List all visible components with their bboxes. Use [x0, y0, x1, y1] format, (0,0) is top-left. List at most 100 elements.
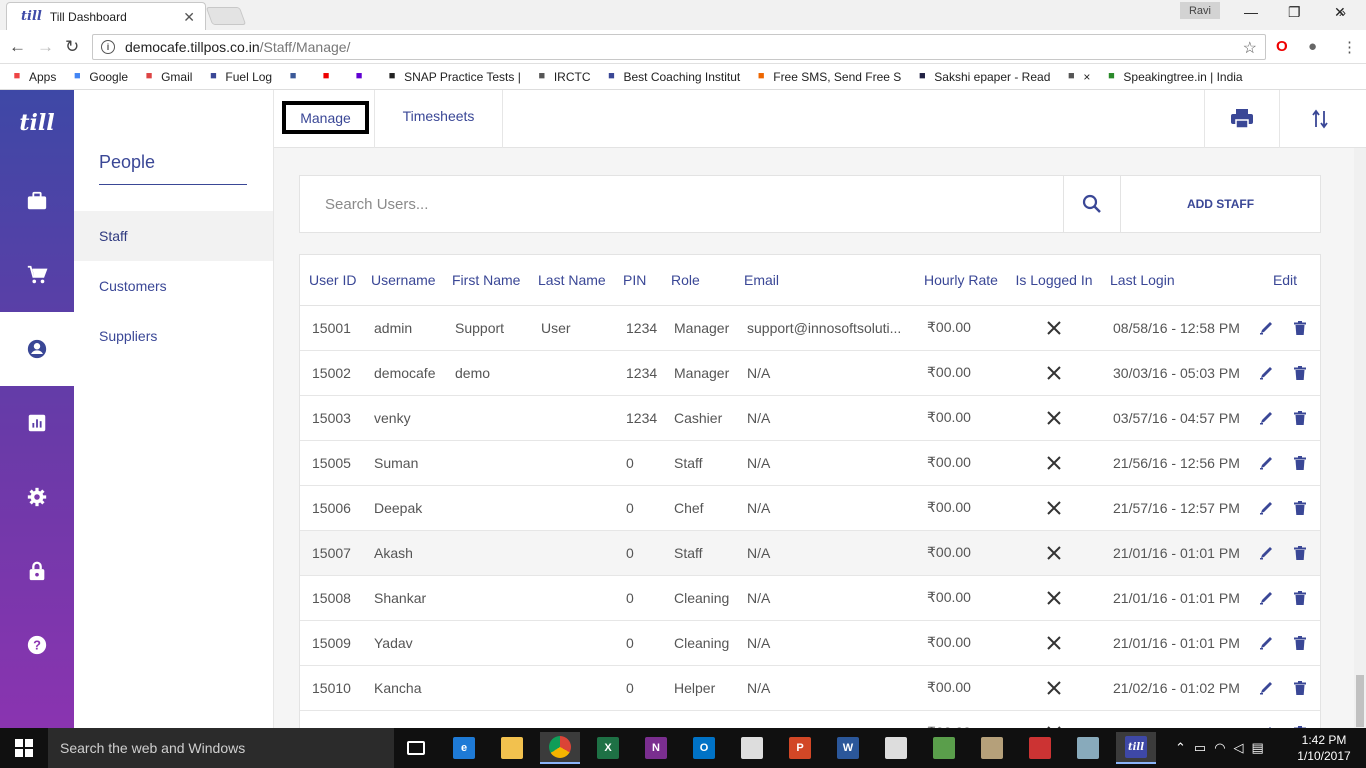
- rail-cart-button[interactable]: [0, 238, 74, 312]
- table-row[interactable]: 15008 Shankar 0 Cleaning N/A ₹00.00 21/01/16 -…: [300, 575, 1320, 621]
- edit-pencil-icon[interactable]: [1254, 361, 1278, 385]
- delete-trash-icon[interactable]: [1288, 316, 1312, 340]
- tab-timesheets[interactable]: Timesheets: [375, 90, 502, 148]
- edit-pencil-icon[interactable]: [1254, 676, 1278, 700]
- reload-icon[interactable]: ↻: [65, 37, 79, 57]
- column-header[interactable]: Last Name: [529, 255, 614, 306]
- start-button[interactable]: [0, 728, 48, 768]
- tray-chevron-icon[interactable]: ⌃: [1175, 740, 1186, 756]
- edit-pencil-icon[interactable]: [1254, 586, 1278, 610]
- column-header[interactable]: Role: [662, 255, 735, 306]
- bookmark-9[interactable]: ■ Best Coaching Institut: [605, 70, 740, 84]
- bookmark-3[interactable]: ■ Fuel Log: [206, 70, 272, 84]
- rail-settings-button[interactable]: [0, 460, 74, 534]
- column-header[interactable]: Hourly Rate: [915, 255, 1007, 306]
- bookmark-13[interactable]: ■ Speakingtree.in | India: [1104, 70, 1243, 84]
- edit-pencil-icon[interactable]: [1254, 541, 1278, 565]
- delete-trash-icon[interactable]: [1288, 451, 1312, 475]
- table-row[interactable]: 15001 admin Support User 1234 Manager support@…: [300, 305, 1320, 351]
- taskbar-app-excel[interactable]: X: [588, 732, 628, 764]
- taskbar-app-task-view[interactable]: [396, 732, 436, 764]
- column-header[interactable]: Edit: [1250, 255, 1320, 306]
- bookmark-10[interactable]: ■ Free SMS, Send Free S: [754, 70, 901, 84]
- column-header[interactable]: Is Logged In: [1007, 255, 1101, 306]
- profile-button[interactable]: Ravi: [1180, 2, 1220, 19]
- taskbar-search-box[interactable]: Search the web and Windows: [48, 728, 394, 768]
- subnav-item-suppliers[interactable]: Suppliers: [74, 311, 273, 361]
- volume-icon[interactable]: ◁: [1234, 740, 1244, 756]
- bookmark-5[interactable]: ■: [319, 70, 338, 83]
- bookmark-0[interactable]: ■ Apps: [10, 70, 57, 84]
- column-header[interactable]: PIN: [614, 255, 662, 306]
- taskbar-app-till-app[interactable]: till: [1116, 732, 1156, 764]
- sort-button[interactable]: [1279, 90, 1359, 148]
- taskbar-clock[interactable]: 1:42 PM 1/10/2017: [1296, 732, 1352, 764]
- delete-trash-icon[interactable]: [1288, 496, 1312, 520]
- notifications-icon[interactable]: ▤: [1252, 740, 1264, 756]
- add-staff-button[interactable]: ADD STAFF: [1120, 176, 1320, 232]
- new-tab-button[interactable]: [205, 7, 247, 25]
- taskbar-app-store[interactable]: [732, 732, 772, 764]
- taskbar-app-outlook[interactable]: O: [684, 732, 724, 764]
- subnav-item-customers[interactable]: Customers: [74, 261, 273, 311]
- back-icon[interactable]: ←: [9, 37, 26, 57]
- bookmark-8[interactable]: ■ IRCTC: [535, 70, 591, 84]
- delete-trash-icon[interactable]: [1288, 721, 1312, 728]
- scrollbar-thumb[interactable]: [1356, 675, 1364, 727]
- browser-tab-till-dashboard[interactable]: till Till Dashboard ✕: [6, 2, 206, 30]
- taskbar-app-snipping[interactable]: [1020, 732, 1060, 764]
- taskbar-app-photos[interactable]: [924, 732, 964, 764]
- taskbar-app-file-explorer[interactable]: [492, 732, 532, 764]
- bookmark-7[interactable]: ■ SNAP Practice Tests |: [385, 70, 521, 84]
- column-header[interactable]: Username: [362, 255, 443, 306]
- table-row[interactable]: 15009 Yadav 0 Cleaning N/A ₹00.00 21/01/16 - 0…: [300, 620, 1320, 666]
- battery-icon[interactable]: ▭: [1194, 740, 1206, 756]
- taskbar-app-paint[interactable]: [972, 732, 1012, 764]
- taskbar-app-powerpoint[interactable]: P: [780, 732, 820, 764]
- chrome-menu-icon[interactable]: ⋮: [1342, 38, 1357, 56]
- table-row[interactable]: 15007 Akash 0 Staff N/A ₹00.00 21/01/16 - 01:0…: [300, 530, 1320, 576]
- bookmark-1[interactable]: ■ Google: [70, 70, 128, 84]
- delete-trash-icon[interactable]: [1288, 631, 1312, 655]
- delete-trash-icon[interactable]: [1288, 676, 1312, 700]
- bookmark-2[interactable]: ■ Gmail: [142, 70, 193, 84]
- column-header[interactable]: User ID: [300, 255, 362, 306]
- bookmark-6[interactable]: ■: [352, 70, 371, 83]
- edit-pencil-icon[interactable]: [1254, 316, 1278, 340]
- edit-pencil-icon[interactable]: [1254, 451, 1278, 475]
- edit-pencil-icon[interactable]: [1254, 406, 1278, 430]
- taskbar-app-edge[interactable]: e: [444, 732, 484, 764]
- table-row[interactable]: 15011Mi... 0ChefN/A₹00.00 21/02/16 - 01:02…: [300, 710, 1320, 728]
- taskbar-app-onenote[interactable]: N: [636, 732, 676, 764]
- print-button[interactable]: [1204, 90, 1278, 148]
- forward-icon[interactable]: →: [37, 37, 54, 57]
- delete-trash-icon[interactable]: [1288, 406, 1312, 430]
- subnav-item-staff[interactable]: Staff: [74, 211, 273, 261]
- delete-trash-icon[interactable]: [1288, 361, 1312, 385]
- wifi-icon[interactable]: ◠: [1214, 740, 1225, 756]
- rail-lock-button[interactable]: [0, 534, 74, 608]
- rail-people-button[interactable]: [0, 312, 74, 386]
- column-header[interactable]: First Name: [443, 255, 529, 306]
- page-scrollbar[interactable]: [1354, 148, 1366, 728]
- bookmark-star-icon[interactable]: ☆: [1243, 38, 1257, 58]
- table-row[interactable]: 15006 Deepak 0 Chef N/A ₹00.00 21/57/16 - 12:5…: [300, 485, 1320, 531]
- column-header[interactable]: Email: [735, 255, 915, 306]
- search-users-input[interactable]: [300, 176, 1063, 232]
- rail-briefcase-button[interactable]: [0, 164, 74, 238]
- bookmark-11[interactable]: ■ Sakshi epaper - Read: [915, 70, 1050, 84]
- column-header[interactable]: Last Login: [1101, 255, 1250, 306]
- restore-icon[interactable]: ❐: [1288, 4, 1301, 21]
- bookmark-12[interactable]: ■ ×: [1064, 70, 1090, 84]
- address-bar[interactable]: i democafe.tillpos.co.in/Staff/Manage/ ☆: [92, 34, 1266, 60]
- taskbar-app-chrome[interactable]: [540, 732, 580, 764]
- search-button[interactable]: [1063, 176, 1120, 232]
- taskbar-app-notepad[interactable]: [1068, 732, 1108, 764]
- bookmarks-overflow-icon[interactable]: »: [1339, 5, 1346, 20]
- taskbar-app-word[interactable]: W: [828, 732, 868, 764]
- tab-manage[interactable]: Manage: [282, 101, 369, 134]
- close-tab-icon[interactable]: ✕: [183, 9, 195, 26]
- opera-extension-icon[interactable]: O: [1276, 38, 1288, 55]
- table-row[interactable]: 15002 democafe demo 1234 Manager N/A ₹00.00 30/…: [300, 350, 1320, 396]
- bookmark-4[interactable]: ■: [286, 70, 305, 83]
